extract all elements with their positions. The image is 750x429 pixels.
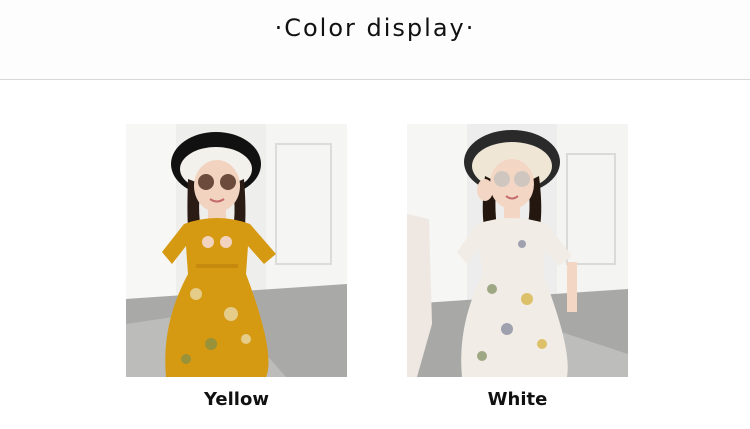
product-photo-yellow[interactable]	[126, 124, 347, 377]
product-photo-white[interactable]	[407, 124, 628, 377]
color-label-yellow: Yellow	[204, 389, 269, 410]
section-title: ·Color display·	[274, 14, 476, 42]
section-header: ·Color display·	[0, 0, 750, 80]
color-option-yellow[interactable]: Yellow	[126, 124, 347, 410]
color-option-white[interactable]: White	[407, 124, 628, 410]
color-label-white: White	[487, 389, 548, 410]
header-divider	[0, 79, 750, 80]
